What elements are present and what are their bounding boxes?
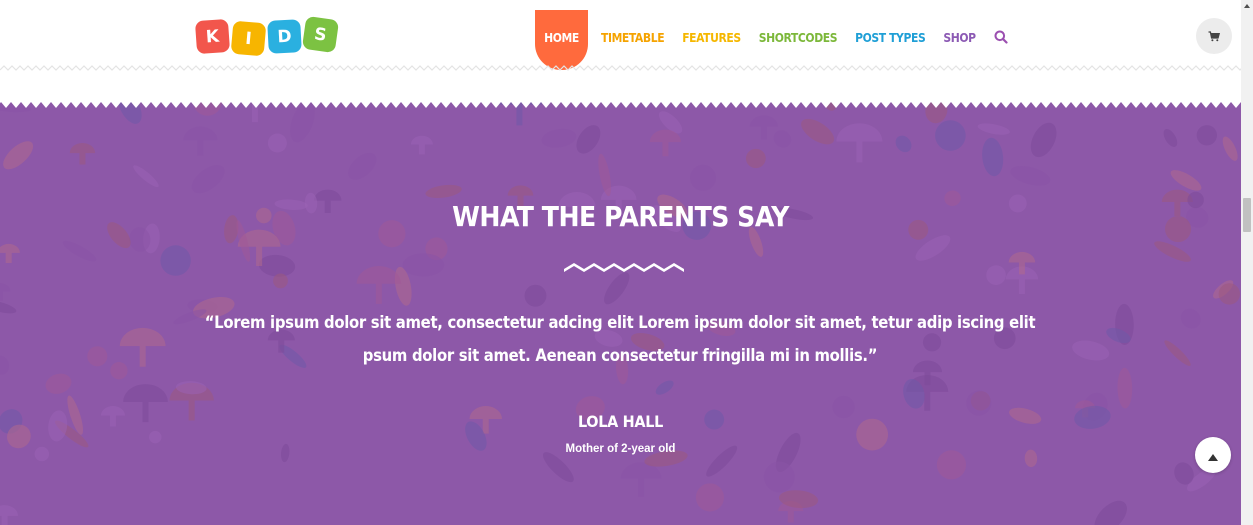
site-header: K I D S HOME TIMETABLE FEATURES SHORTCOD… (0, 0, 1241, 100)
pattern-shape (160, 245, 191, 276)
pattern-shape (0, 283, 11, 301)
pattern-shape (749, 115, 779, 140)
pattern-shape (598, 153, 612, 197)
pattern-shape (1222, 136, 1238, 161)
section-zigzag-edge (0, 100, 1241, 108)
pattern-shape (0, 355, 10, 375)
header-zigzag-divider (0, 65, 1241, 71)
pattern-shape (763, 461, 795, 493)
testimonial-quote: “Lorem ipsum dolor sit amet, consectetur… (170, 306, 1070, 372)
pattern-shape (402, 253, 445, 277)
author-role: Mother of 2-year old (565, 443, 676, 455)
pattern-shape (1218, 283, 1240, 305)
pattern-shape (986, 265, 1006, 286)
pattern-shape (1164, 340, 1191, 366)
pattern-shape (895, 135, 912, 153)
pattern-shape (1117, 367, 1133, 409)
pattern-shape (649, 129, 682, 157)
scrollbar-thumb[interactable] (1243, 198, 1251, 232)
back-to-top-button[interactable] (1195, 437, 1231, 473)
pattern-shape (1030, 122, 1057, 158)
quote-line-1: “Lorem ipsum dolor sit amet, consectetur… (204, 313, 1036, 332)
logo-letter-d: D (267, 19, 302, 54)
pattern-shape (133, 165, 159, 188)
shopping-cart-icon (1208, 27, 1221, 46)
pattern-shape (773, 130, 792, 148)
pattern-shape (935, 120, 966, 151)
pattern-shape (191, 165, 225, 194)
pattern-shape (655, 380, 674, 395)
nav-item-features[interactable]: FEATURES (682, 0, 741, 45)
section-title: WHAT THE PARENTS SAY (452, 200, 789, 233)
page: K I D S HOME TIMETABLE FEATURES SHORTCOD… (0, 0, 1253, 525)
site-logo[interactable]: K I D S (194, 15, 340, 57)
logo-letter-k: K (194, 18, 231, 55)
nav-item-timetable[interactable]: TIMETABLE (601, 0, 665, 45)
pattern-shape (1094, 500, 1127, 525)
pattern-shape (183, 126, 218, 156)
nav-item-home[interactable]: HOME (535, 10, 588, 70)
pattern-shape (410, 135, 433, 155)
logo-letter-i: I (230, 20, 267, 57)
author-name: LOLA HALL (578, 412, 663, 431)
cart-button[interactable] (1196, 18, 1232, 54)
pattern-shape (541, 128, 577, 148)
pattern-shape (267, 133, 287, 153)
arrow-up-icon (1208, 446, 1218, 465)
pattern-shape (801, 118, 835, 145)
quote-line-2: psum dolor sit amet. Aenean consectetur … (362, 346, 878, 365)
pattern-shape (0, 243, 20, 264)
page-scrollbar[interactable] (1241, 0, 1253, 525)
nav-item-shop[interactable]: SHOP (943, 0, 976, 45)
pattern-shape (62, 240, 97, 262)
pattern-shape (149, 430, 162, 444)
pattern-shape (524, 284, 547, 307)
logo-letter-s: S (301, 15, 340, 54)
pattern-shape (689, 164, 717, 191)
pattern-shape (425, 184, 462, 199)
pattern-shape (1163, 128, 1178, 147)
search-icon[interactable] (994, 0, 1008, 48)
wavy-divider-icon (564, 263, 684, 272)
pattern-shape (0, 505, 19, 525)
pattern-shape (356, 266, 402, 304)
pattern-shape (836, 123, 883, 163)
pattern-shape (977, 123, 1010, 135)
pattern-shape (110, 362, 128, 380)
pattern-shape (1180, 308, 1201, 329)
pattern-shape (69, 142, 96, 165)
pattern-shape (119, 327, 166, 367)
nav-item-shortcodes[interactable]: SHORTCODES (759, 0, 838, 45)
pattern-shape (620, 462, 662, 497)
pattern-shape (1072, 340, 1110, 361)
pattern-shape (45, 373, 72, 394)
scroll-up-arrow-icon[interactable] (1241, 0, 1253, 12)
pattern-shape (1196, 125, 1218, 146)
nav-item-post-types[interactable]: POST TYPES (855, 0, 926, 45)
pattern-shape (982, 137, 1004, 177)
pattern-shape (348, 152, 377, 180)
pattern-shape (695, 483, 724, 512)
pattern-shape (87, 346, 108, 367)
pattern-shape (576, 125, 601, 154)
pattern-shape (273, 273, 288, 289)
pattern-shape (3, 141, 34, 170)
pattern-shape (745, 148, 766, 169)
pattern-shape (604, 272, 630, 305)
pattern-shape (1010, 165, 1051, 186)
pattern-shape (1154, 241, 1191, 262)
